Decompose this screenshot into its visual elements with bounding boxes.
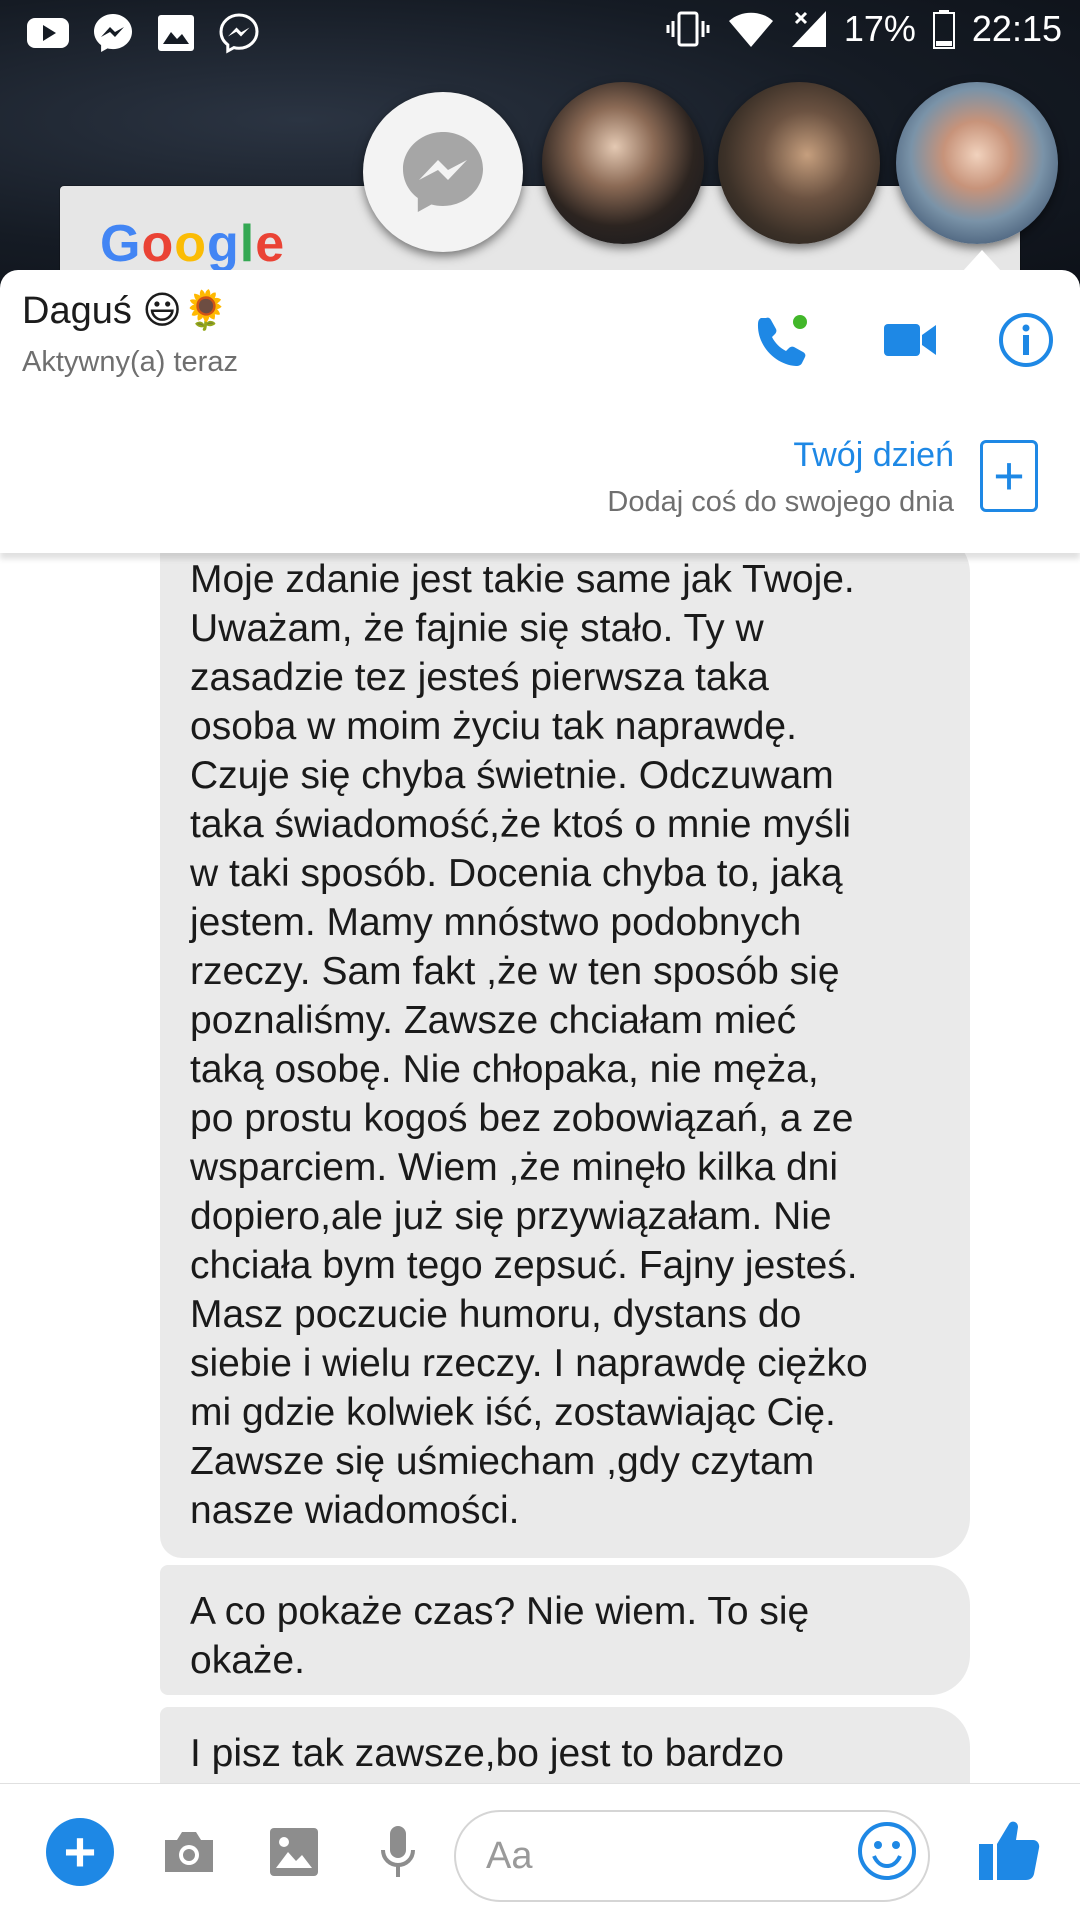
- conversation-info-button[interactable]: [996, 310, 1056, 370]
- signal-icon: [791, 11, 826, 47]
- chat-head-avatar-3[interactable]: [896, 82, 1058, 244]
- message-list[interactable]: Moje zdanie jest takie same jak Twoje. U…: [0, 553, 1080, 1783]
- chat-head-avatar-1[interactable]: [542, 82, 704, 244]
- more-actions-button[interactable]: +: [46, 1818, 114, 1886]
- image-icon: [270, 1828, 318, 1876]
- camera-icon: [165, 1832, 213, 1872]
- battery-icon: [932, 10, 955, 49]
- contact-name[interactable]: Daguś 😃🌻: [22, 288, 229, 333]
- microphone-icon: [381, 1826, 415, 1877]
- add-to-your-day-button[interactable]: +: [980, 440, 1038, 512]
- message-composer: +: [0, 1783, 1080, 1921]
- info-icon: [999, 313, 1053, 367]
- vibrate-icon: [666, 11, 710, 47]
- messenger-outline-icon: [219, 13, 259, 54]
- received-message[interactable]: I pisz tak zawsze,bo jest to bardzo: [160, 1707, 970, 1783]
- phone-icon: [757, 315, 807, 366]
- messenger-icon: [403, 132, 483, 212]
- chat-head-avatar-2[interactable]: [718, 82, 880, 244]
- battery-level: 17%: [843, 8, 916, 49]
- active-head-pointer: [962, 250, 1002, 272]
- received-message[interactable]: A co pokaże czas? Nie wiem. To się okaże…: [160, 1565, 970, 1695]
- emoji-icon: [858, 1822, 916, 1880]
- voice-message-button[interactable]: [364, 1818, 432, 1886]
- contact-status: Aktywny(a) teraz: [22, 346, 238, 378]
- messenger-chat-head[interactable]: [363, 92, 523, 252]
- chat-header: Daguś 😃🌻 Aktywny(a) teraz Twój dzień Dod…: [0, 270, 1080, 553]
- messenger-icon: [94, 14, 132, 52]
- plus-icon: +: [63, 1820, 97, 1883]
- emoji-button[interactable]: [856, 1820, 918, 1882]
- thumbs-up-icon: [979, 1821, 1040, 1880]
- wifi-icon: [728, 12, 773, 47]
- gallery-icon: [158, 15, 194, 51]
- received-message[interactable]: Moje zdanie jest takie same jak Twoje. U…: [160, 553, 970, 1558]
- video-call-button[interactable]: [880, 310, 940, 370]
- your-day-subtitle: Dodaj coś do swojego dnia: [607, 486, 954, 518]
- camera-button[interactable]: [155, 1818, 223, 1886]
- youtube-icon: [27, 18, 69, 48]
- your-day-title[interactable]: Twój dzień: [793, 436, 954, 475]
- clock: 22:15: [971, 8, 1062, 49]
- like-button[interactable]: [975, 1814, 1045, 1884]
- gallery-button[interactable]: [260, 1818, 328, 1886]
- voice-call-button[interactable]: [752, 310, 812, 370]
- status-bar: 17% 22:15: [0, 0, 1080, 64]
- plus-icon: +: [993, 446, 1025, 506]
- chat-heads-bar: [0, 82, 1080, 252]
- video-camera-icon: [884, 324, 936, 356]
